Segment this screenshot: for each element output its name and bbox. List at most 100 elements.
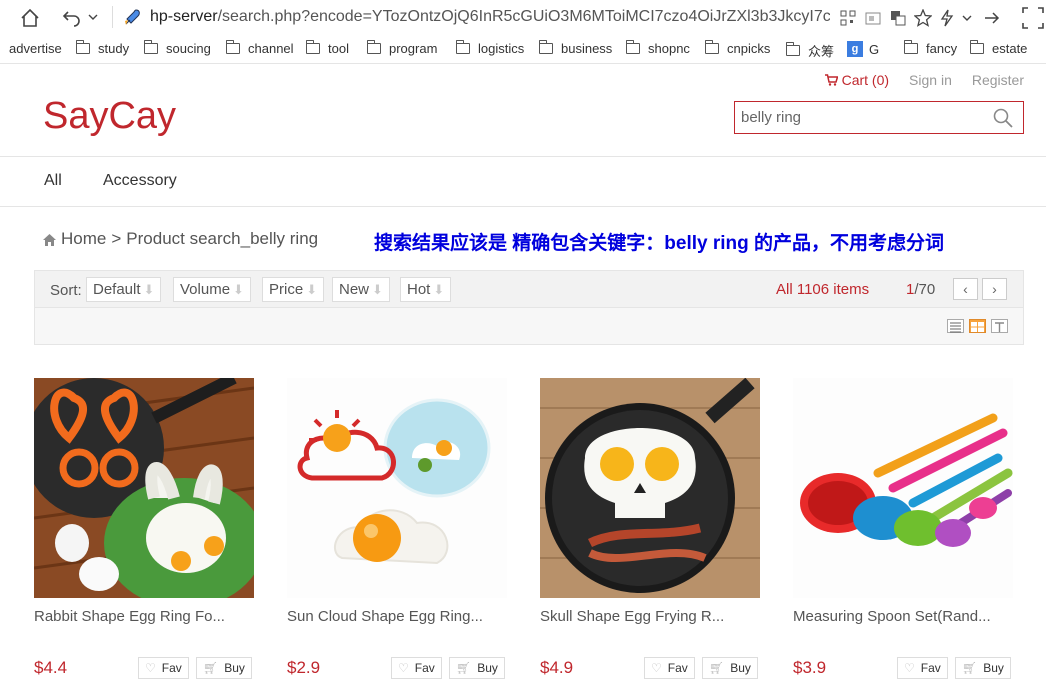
bookmark-13[interactable]: estate bbox=[969, 40, 1027, 56]
fav-label: Fav bbox=[920, 661, 941, 675]
search-box bbox=[734, 101, 1024, 134]
bookmark-7[interactable]: business bbox=[538, 40, 612, 56]
home-icon[interactable] bbox=[20, 8, 40, 28]
product-name[interactable]: Rabbit Shape Egg Ring Fo... bbox=[34, 608, 225, 625]
bookmark-9[interactable]: cnpicks bbox=[704, 40, 771, 56]
folder-icon bbox=[366, 40, 381, 54]
buy-label: Buy bbox=[983, 661, 1004, 675]
signin-link[interactable]: Sign in bbox=[909, 72, 952, 88]
bookmark-label: channel bbox=[248, 41, 294, 56]
list-view-icon[interactable] bbox=[947, 319, 964, 333]
bookmark-label: tool bbox=[328, 41, 349, 56]
product-name[interactable]: Measuring Spoon Set(Rand... bbox=[793, 608, 991, 625]
chevron-down-icon[interactable] bbox=[88, 12, 98, 22]
cart-icon: 🛒︎ bbox=[456, 661, 472, 675]
star-icon[interactable] bbox=[914, 9, 932, 27]
product-card[interactable]: Skull Shape Egg Frying R... $4.9 ♡ Fav 🛒︎… bbox=[540, 378, 760, 688]
heart-icon: ♡ bbox=[651, 661, 662, 675]
undo-icon[interactable] bbox=[62, 8, 82, 28]
divider bbox=[0, 206, 1046, 207]
screenshot-icon[interactable] bbox=[1022, 7, 1044, 29]
bookmark-label: fancy bbox=[926, 41, 958, 56]
buy-button[interactable]: 🛒︎ Buy bbox=[449, 657, 505, 679]
chevron-right-icon: › bbox=[992, 281, 997, 297]
product-image-rabbit[interactable] bbox=[34, 378, 254, 598]
breadcrumb-current: Product search_belly ring bbox=[126, 229, 319, 248]
search-input[interactable] bbox=[735, 102, 975, 133]
sort-price-button[interactable]: Price ⬇ bbox=[262, 277, 325, 302]
qr-icon[interactable] bbox=[840, 10, 856, 26]
fav-label: Fav bbox=[667, 661, 688, 675]
folder-icon bbox=[75, 40, 90, 54]
bookmark-label: cnpicks bbox=[727, 41, 771, 56]
site-logo[interactable]: SayCay bbox=[43, 95, 176, 138]
home-icon bbox=[43, 234, 56, 246]
sort-new-button[interactable]: New ⬇ bbox=[332, 277, 390, 302]
translate-icon[interactable] bbox=[890, 10, 906, 26]
buy-button[interactable]: 🛒︎ Buy bbox=[955, 657, 1011, 679]
fav-button[interactable]: ♡ Fav bbox=[391, 657, 442, 679]
bookmark-1[interactable]: study bbox=[75, 40, 129, 56]
cart-icon: 🛒︎ bbox=[709, 661, 725, 675]
product-name[interactable]: Skull Shape Egg Frying R... bbox=[540, 608, 724, 625]
sort-bar: Sort: Default ⬇ Volume ⬇ Price ⬇ New ⬇ Hot ⬇ … bbox=[34, 270, 1024, 308]
breadcrumb-home[interactable]: Home bbox=[61, 229, 106, 249]
register-link[interactable]: Register bbox=[972, 72, 1024, 88]
grid-view-icon[interactable] bbox=[969, 319, 986, 333]
bookmark-12[interactable]: fancy bbox=[903, 40, 958, 56]
folder-icon bbox=[538, 40, 553, 54]
page-indicator: 1/70 bbox=[906, 281, 935, 298]
bookmark-0[interactable]: advertise bbox=[9, 41, 62, 56]
address-bar[interactable]: hp-server/search.php?encode=YTozOntzOjQ6… bbox=[150, 8, 830, 26]
fav-button[interactable]: ♡ Fav bbox=[644, 657, 695, 679]
bookmark-label: program bbox=[389, 41, 438, 56]
sort-label: Sort: bbox=[50, 282, 82, 299]
product-card[interactable]: Measuring Spoon Set(Rand... $3.9 ♡ Fav 🛒︎… bbox=[793, 378, 1013, 688]
bookmark-4[interactable]: tool bbox=[305, 40, 349, 56]
bolt-icon[interactable] bbox=[940, 9, 954, 27]
cart-icon: 🛒︎ bbox=[203, 661, 219, 675]
bookmark-10[interactable]: 众筹 bbox=[785, 41, 834, 60]
bookmark-3[interactable]: channel bbox=[225, 40, 294, 56]
bookmark-2[interactable]: soucing bbox=[143, 40, 211, 56]
menu-all[interactable]: All bbox=[44, 172, 62, 190]
buy-button[interactable]: 🛒︎ Buy bbox=[702, 657, 758, 679]
sort-hot-button[interactable]: Hot ⬇ bbox=[400, 277, 452, 302]
cart-link[interactable]: Cart (0) bbox=[824, 72, 889, 88]
top-links: Cart (0) Sign in Register bbox=[824, 72, 1024, 88]
product-image-skull[interactable] bbox=[540, 378, 760, 598]
next-page-button[interactable]: › bbox=[982, 278, 1007, 300]
sort-button-label: Hot bbox=[407, 281, 431, 298]
bookmark-label: shopnc bbox=[648, 41, 690, 56]
product-card[interactable]: Sun Cloud Shape Egg Ring... $2.9 ♡ Fav 🛒︎… bbox=[287, 378, 507, 688]
bookmark-5[interactable]: program bbox=[366, 40, 438, 56]
product-image-sun-cloud[interactable] bbox=[287, 378, 507, 598]
sort-volume-button[interactable]: Volume ⬇ bbox=[173, 277, 251, 302]
prev-page-button[interactable]: ‹ bbox=[953, 278, 978, 300]
bookmark-label: soucing bbox=[166, 41, 211, 56]
heart-icon: ♡ bbox=[145, 661, 156, 675]
bookmark-label: G bbox=[869, 41, 880, 57]
bookmark-label: advertise bbox=[9, 41, 62, 56]
bookmark-label: logistics bbox=[478, 41, 525, 56]
fav-button[interactable]: ♡ Fav bbox=[897, 657, 948, 679]
product-name[interactable]: Sun Cloud Shape Egg Ring... bbox=[287, 608, 483, 625]
browser-toolbar: hp-server/search.php?encode=YTozOntzOjQ6… bbox=[0, 0, 1046, 36]
search-icon[interactable] bbox=[993, 108, 1013, 128]
bookmark-11[interactable]: gG bbox=[847, 41, 879, 57]
menu-accessory[interactable]: Accessory bbox=[103, 172, 177, 190]
bookmark-6[interactable]: logistics bbox=[455, 40, 525, 56]
product-image-spoons[interactable] bbox=[793, 378, 1013, 598]
bookmark-8[interactable]: shopnc bbox=[625, 40, 690, 56]
sort-default-button[interactable]: Default ⬇ bbox=[86, 277, 162, 302]
text-view-icon[interactable] bbox=[991, 319, 1008, 333]
product-price: $4.9 bbox=[540, 658, 574, 677]
product-price: $3.9 bbox=[793, 658, 827, 677]
reader-icon[interactable] bbox=[865, 10, 881, 26]
forward-icon[interactable] bbox=[984, 10, 1000, 26]
chevron-down-icon[interactable] bbox=[962, 13, 972, 23]
cart-icon: 🛒︎ bbox=[962, 661, 978, 675]
fav-button[interactable]: ♡ Fav bbox=[138, 657, 189, 679]
product-card[interactable]: Rabbit Shape Egg Ring Fo... $4.4 ♡ Fav 🛒︎… bbox=[34, 378, 254, 688]
buy-button[interactable]: 🛒︎ Buy bbox=[196, 657, 252, 679]
